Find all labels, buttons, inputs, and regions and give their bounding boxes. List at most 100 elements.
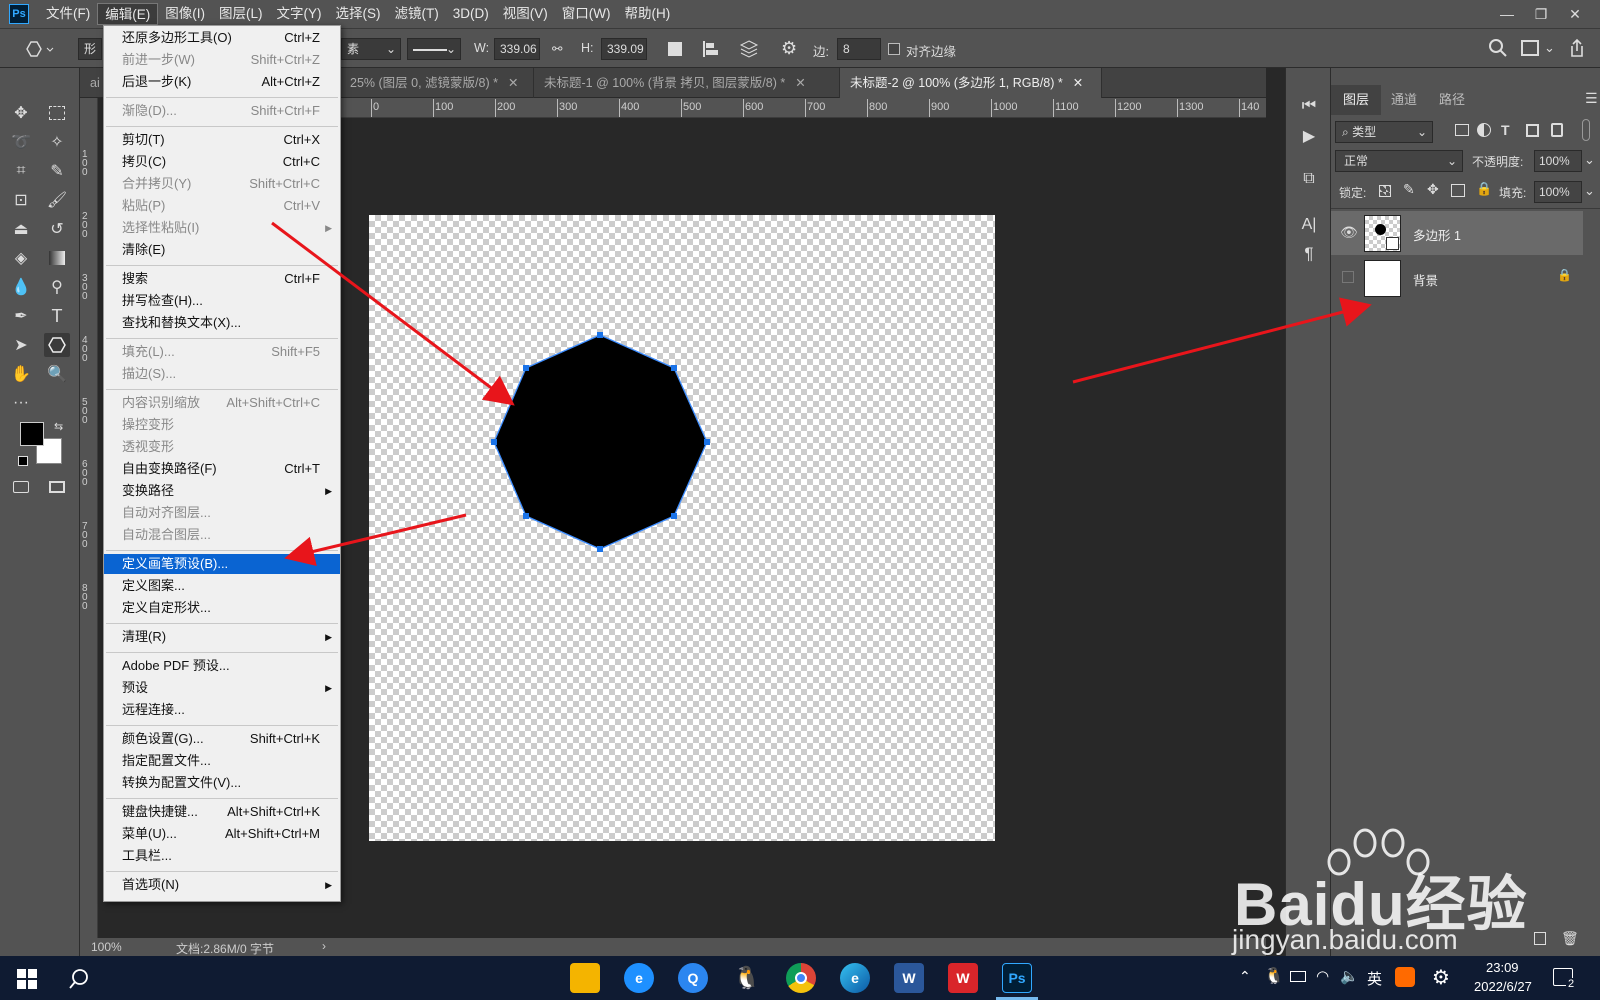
- panel-menu-icon[interactable]: ☰: [1585, 90, 1598, 107]
- menu-item[interactable]: 编辑(E): [97, 3, 159, 25]
- type-tool-icon[interactable]: T: [44, 304, 70, 328]
- tray-device-icon[interactable]: [1290, 971, 1306, 982]
- eyedropper-tool-icon[interactable]: ✎: [44, 159, 70, 183]
- tool-mode-select[interactable]: 形: [78, 38, 102, 60]
- swap-colors-icon[interactable]: ⇆: [54, 420, 63, 433]
- blur-tool-icon[interactable]: 💧: [8, 275, 34, 299]
- edit-menu-item[interactable]: 还原多边形工具(O) Ctrl+Z: [104, 28, 340, 48]
- character-panel-icon[interactable]: A|: [1296, 213, 1322, 237]
- edit-menu-item[interactable]: 转换为配置文件(V)...: [104, 773, 340, 793]
- layer-row-polygon[interactable]: 👁 多边形 1: [1331, 211, 1583, 255]
- minimize-button[interactable]: —: [1490, 6, 1524, 22]
- opacity-chevron-icon[interactable]: ⌄: [1584, 152, 1595, 168]
- edit-menu-item[interactable]: 定义画笔预设(B)...: [104, 554, 340, 574]
- edit-menu-item[interactable]: 查找和替换文本(X)...: [104, 313, 340, 333]
- lock-artboard-icon[interactable]: [1451, 184, 1465, 197]
- eraser-tool-icon[interactable]: ◈: [8, 246, 34, 270]
- close-button[interactable]: ✕: [1558, 6, 1592, 23]
- document-tab[interactable]: 25% (图层 0, 滤镜蒙版/8) * ✕: [340, 68, 534, 98]
- edit-menu-item[interactable]: 搜索 Ctrl+F: [104, 269, 340, 289]
- hand-tool-icon[interactable]: ✋: [8, 362, 34, 386]
- foreground-color-swatch[interactable]: [20, 422, 44, 446]
- filter-smartobject-icon[interactable]: [1551, 123, 1563, 137]
- menu-item[interactable]: 视图(V): [496, 3, 555, 25]
- screen-mode-icon[interactable]: [44, 475, 70, 499]
- menu-item[interactable]: 选择(S): [329, 3, 388, 25]
- share-icon[interactable]: [1568, 38, 1586, 58]
- tray-sogou-icon[interactable]: [1395, 967, 1415, 987]
- workspace-icon[interactable]: [1521, 40, 1539, 56]
- filter-type-icon[interactable]: T: [1501, 122, 1510, 138]
- stroke-width-select[interactable]: 素 ⌄: [341, 38, 401, 60]
- brush-tool-icon[interactable]: 🖌: [44, 188, 70, 212]
- restore-button[interactable]: ❐: [1524, 6, 1558, 23]
- tray-ime-indicator[interactable]: 英: [1367, 968, 1382, 989]
- paragraph-panel-icon[interactable]: ¶: [1296, 242, 1322, 266]
- opacity-input[interactable]: 100%: [1534, 150, 1582, 172]
- edit-menu-item[interactable]: 后退一步(K) Alt+Ctrl+Z: [104, 72, 340, 92]
- document-tab-active[interactable]: 未标题-2 @ 100% (多边形 1, RGB/8) * ✕: [840, 68, 1102, 98]
- move-tool-icon[interactable]: ✥: [8, 101, 34, 125]
- photoshop-taskbar-icon[interactable]: Ps: [1002, 963, 1032, 993]
- edit-menu-item[interactable]: 清理(R) ▶: [104, 627, 340, 647]
- polygon-tool-preset-icon[interactable]: [22, 39, 56, 59]
- chrome-icon[interactable]: [786, 963, 816, 993]
- dodge-tool-icon[interactable]: ⚲: [44, 275, 70, 299]
- 3d-panel-icon[interactable]: ⧉: [1296, 167, 1322, 191]
- tab-close-icon[interactable]: ✕: [795, 76, 805, 90]
- crop-tool-icon[interactable]: ⌗: [8, 159, 34, 183]
- lock-position-icon[interactable]: ✥: [1427, 181, 1439, 198]
- filter-toggle[interactable]: [1582, 119, 1590, 141]
- document-tab[interactable]: 未标题-1 @ 100% (背景 拷贝, 图层蒙版/8) * ✕: [534, 68, 840, 98]
- filter-pixel-icon[interactable]: [1455, 124, 1469, 136]
- taskbar-search-icon[interactable]: [68, 968, 90, 990]
- menu-item[interactable]: 文字(Y): [270, 3, 329, 25]
- menu-item[interactable]: 文件(F): [39, 3, 97, 25]
- default-colors-icon[interactable]: [18, 456, 28, 466]
- edge-icon[interactable]: e: [840, 963, 870, 993]
- tray-wifi-icon[interactable]: ◠: [1316, 967, 1329, 985]
- path-operations-icon[interactable]: [668, 42, 682, 56]
- path-selection-tool-icon[interactable]: ➤: [8, 333, 34, 357]
- clock-time[interactable]: 23:09: [1486, 960, 1519, 975]
- edit-menu-item[interactable]: 清除(E): [104, 240, 340, 260]
- edit-menu-item[interactable]: 菜单(U)... Alt+Shift+Ctrl+M: [104, 824, 340, 844]
- marquee-tool-icon[interactable]: [44, 101, 70, 125]
- search-app-icon[interactable]: Q: [678, 963, 708, 993]
- lock-all-icon[interactable]: 🔒: [1476, 181, 1492, 197]
- edit-menu-item[interactable]: 工具栏...: [104, 846, 340, 866]
- history-panel-icon[interactable]: ⏮: [1296, 94, 1322, 118]
- tab-layers[interactable]: 图层: [1331, 85, 1382, 115]
- edit-menu-item[interactable]: 指定配置文件...: [104, 751, 340, 771]
- layer-row-background[interactable]: 背景 🔒: [1331, 256, 1583, 300]
- file-explorer-icon[interactable]: [570, 963, 600, 993]
- clock-date[interactable]: 2022/6/27: [1474, 979, 1532, 994]
- quick-mask-icon[interactable]: [8, 475, 34, 499]
- zoom-tool-icon[interactable]: 🔍: [44, 362, 70, 386]
- menu-item[interactable]: 滤镜(T): [388, 3, 446, 25]
- lasso-tool-icon[interactable]: ➰: [8, 130, 34, 154]
- link-icon[interactable]: ⚯: [552, 41, 562, 56]
- align-edges-checkbox[interactable]: [888, 43, 900, 55]
- qq-icon[interactable]: 🐧: [732, 963, 762, 993]
- tray-qq-icon[interactable]: 🐧: [1264, 966, 1284, 986]
- edit-menu-item[interactable]: 拼写检查(H)...: [104, 291, 340, 311]
- blend-mode-select[interactable]: 正常 ⌄: [1335, 150, 1463, 172]
- windows-start-icon[interactable]: [17, 969, 37, 989]
- more-tools-icon[interactable]: ···: [8, 391, 34, 415]
- history-brush-tool-icon[interactable]: ↺: [44, 217, 70, 241]
- layer-filter-select[interactable]: ⌕ 类型 ⌄: [1335, 121, 1433, 143]
- tray-volume-icon[interactable]: 🔈: [1340, 967, 1359, 985]
- path-arrangement-icon[interactable]: [739, 39, 759, 59]
- fill-chevron-icon[interactable]: ⌄: [1584, 183, 1595, 199]
- edit-menu-item[interactable]: 定义图案...: [104, 576, 340, 596]
- polygon-tool-icon[interactable]: [44, 333, 70, 357]
- zoom-level[interactable]: 100%: [91, 940, 122, 954]
- edit-menu-item[interactable]: 颜色设置(G)... Shift+Ctrl+K: [104, 729, 340, 749]
- search-icon[interactable]: [1488, 38, 1508, 58]
- edit-menu-item[interactable]: 键盘快捷键... Alt+Shift+Ctrl+K: [104, 802, 340, 822]
- clone-stamp-tool-icon[interactable]: ⏏: [8, 217, 34, 241]
- edit-menu-item[interactable]: 定义自定形状...: [104, 598, 340, 618]
- menu-item[interactable]: 帮助(H): [617, 3, 677, 25]
- edit-menu-item[interactable]: 剪切(T) Ctrl+X: [104, 130, 340, 150]
